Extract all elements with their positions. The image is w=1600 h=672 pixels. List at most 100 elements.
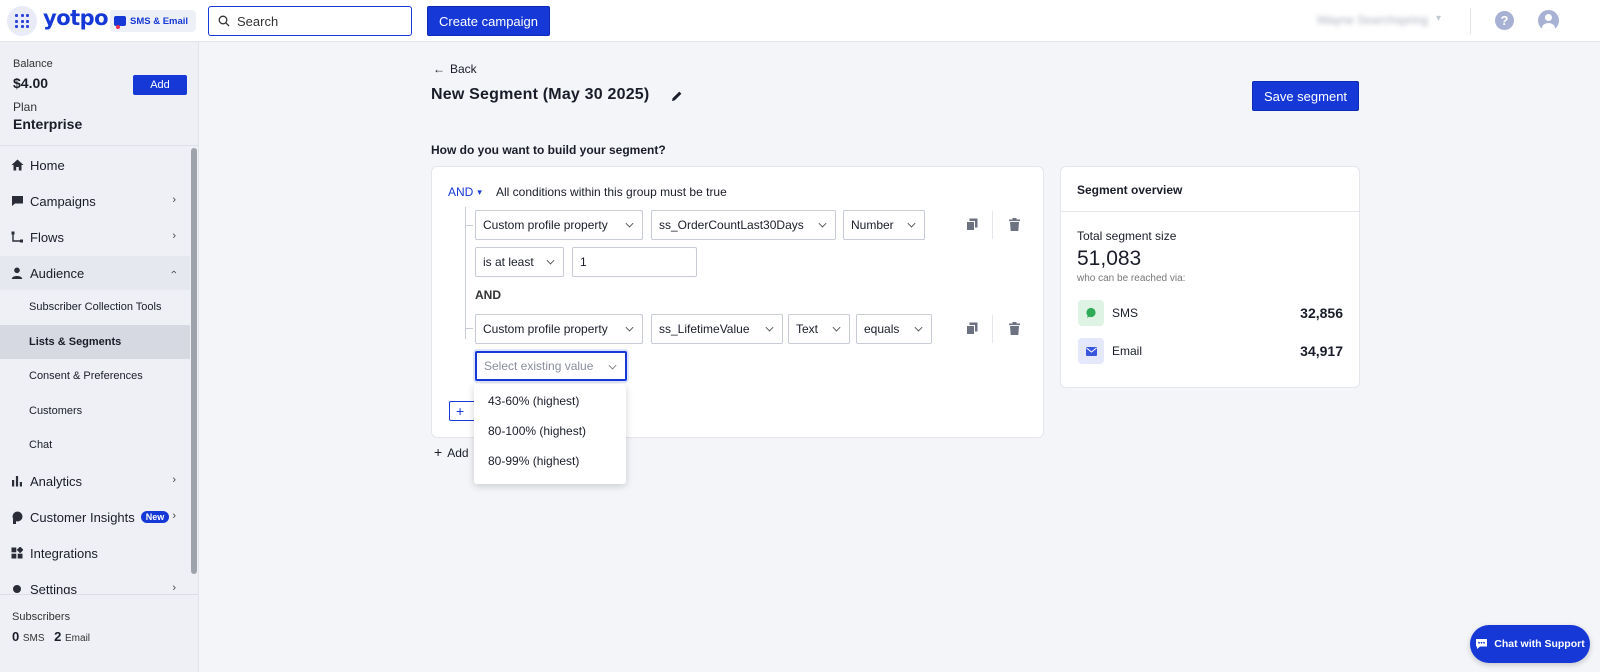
help-icon[interactable]: ?: [1495, 11, 1514, 30]
sidebar-item-integrations[interactable]: Integrations: [0, 536, 190, 570]
email-channel-icon: [1078, 338, 1104, 364]
select-value: equals: [864, 322, 900, 336]
condition-and-label: AND: [475, 288, 501, 302]
back-link[interactable]: ← Back: [433, 62, 477, 76]
sms-channel-label: SMS: [1112, 306, 1139, 320]
segment-overview-card: Segment overview Total segment size 51,0…: [1060, 166, 1360, 388]
sidebar-subitem-subscriber-tools[interactable]: Subscriber Collection Tools: [0, 290, 190, 324]
chevron-down-icon[interactable]: ▾: [1436, 13, 1441, 24]
sidebar-item-label: Flows: [30, 229, 64, 245]
subscribers-counts: 0 SMS 2 Email: [12, 629, 96, 644]
yotpo-logo[interactable]: yotpo.: [43, 6, 116, 30]
user-avatar-icon[interactable]: [1538, 10, 1559, 31]
condition2-operator-select[interactable]: equals: [856, 314, 932, 344]
apps-grid-icon[interactable]: [7, 6, 37, 36]
condition1-type-select[interactable]: Custom profile property: [475, 210, 643, 240]
integrations-icon: [10, 546, 24, 560]
add-group-link[interactable]: + Add: [434, 445, 469, 460]
sidebar-subitem-customers[interactable]: Customers: [0, 394, 190, 428]
chevron-down-icon: [608, 361, 617, 370]
group-operator-toggle[interactable]: AND ▾: [448, 185, 482, 199]
segment-size-label: Total segment size: [1077, 229, 1177, 243]
product-badge: SMS & Email: [110, 10, 197, 32]
tree-connector-tick: [465, 225, 473, 226]
sidebar-scrollbar[interactable]: [191, 148, 197, 574]
overview-title: Segment overview: [1077, 183, 1183, 197]
email-channel-label: Email: [1112, 344, 1143, 358]
chevron-down-icon: [625, 323, 634, 332]
sidebar-item-home[interactable]: Home: [0, 148, 190, 182]
sidebar-item-analytics[interactable]: Analytics ›: [0, 464, 190, 498]
top-bar: yotpo. SMS & Email Create campaign Wayne…: [0, 0, 1600, 42]
group-description: All conditions within this group must be…: [496, 185, 727, 199]
dropdown-option[interactable]: 80-100% (highest): [474, 416, 626, 446]
plan-label: Plan: [13, 100, 38, 114]
duplicate-icon[interactable]: [966, 322, 978, 335]
segment-size-value: 51,083: [1077, 247, 1142, 270]
add-balance-button[interactable]: Add: [133, 75, 187, 95]
row-divider: [992, 315, 993, 343]
save-segment-button[interactable]: Save segment: [1252, 81, 1359, 111]
select-value: Custom profile property: [483, 322, 608, 336]
condition2-type-select[interactable]: Custom profile property: [475, 314, 643, 344]
condition1-operator-select[interactable]: is at least: [475, 247, 564, 277]
condition2-property-select[interactable]: ss_LifetimeValue: [651, 314, 783, 344]
search-input[interactable]: [237, 13, 397, 29]
trash-icon[interactable]: [1009, 322, 1020, 335]
insights-icon: [10, 510, 24, 524]
create-campaign-button[interactable]: Create campaign: [427, 6, 550, 36]
home-icon: [10, 158, 24, 172]
overview-divider: [1061, 211, 1359, 212]
condition1-value-input[interactable]: [572, 247, 697, 277]
dropdown-option[interactable]: 80-99% (highest): [474, 446, 626, 476]
condition1-property-select[interactable]: ss_OrderCountLast30Days: [651, 210, 836, 240]
add-group-label: Add: [447, 446, 469, 460]
sms-channel-value: 32,856: [1300, 305, 1343, 321]
pencil-edit-icon[interactable]: [671, 90, 683, 102]
balance-label: Balance: [13, 58, 53, 70]
sidebar-item-campaigns[interactable]: Campaigns ›: [0, 184, 190, 218]
product-name: SMS & Email: [130, 15, 189, 27]
sms-channel-icon: [1078, 300, 1104, 326]
back-label: Back: [450, 62, 477, 76]
subscribers-footer: Subscribers 0 SMS 2 Email: [0, 594, 198, 672]
value-dropdown-menu: 43-60% (highest) 80-100% (highest) 80-99…: [474, 384, 626, 484]
sms-count-label: SMS: [22, 633, 45, 644]
condition1-datatype-select[interactable]: Number: [843, 210, 925, 240]
flows-icon: [10, 230, 24, 244]
sidebar-item-label: Analytics: [30, 473, 83, 489]
condition2-value-select[interactable]: Select existing value: [475, 351, 627, 381]
email-count: 2: [54, 629, 62, 644]
condition2-datatype-select[interactable]: Text: [788, 314, 850, 344]
sms-email-icon: [114, 16, 126, 29]
search-box[interactable]: [208, 6, 412, 36]
sidebar-item-customer-insights[interactable]: Customer Insights New ›: [0, 500, 190, 534]
tree-connector-tick: [465, 328, 473, 329]
trash-icon[interactable]: [1009, 218, 1020, 231]
sidebar: Balance $4.00 Add Plan Enterprise Home C…: [0, 42, 199, 672]
sidebar-item-label: Audience: [30, 265, 85, 281]
user-name[interactable]: Wayne Searchspring: [1317, 13, 1428, 27]
sidebar-subitem-lists-segments[interactable]: Lists & Segments: [0, 325, 190, 359]
select-value: ss_OrderCountLast30Days: [659, 218, 804, 232]
sidebar-subitem-consent[interactable]: Consent & Preferences: [0, 359, 190, 393]
chat-support-label: Chat with Support: [1494, 638, 1585, 650]
sidebar-item-flows[interactable]: Flows ›: [0, 220, 190, 254]
sidebar-item-label: Customer Insights: [30, 509, 135, 525]
select-placeholder: Select existing value: [484, 359, 594, 373]
dropdown-option[interactable]: 43-60% (highest): [474, 386, 626, 416]
chat-support-button[interactable]: Chat with Support: [1470, 625, 1590, 663]
duplicate-icon[interactable]: [966, 218, 978, 231]
sidebar-divider: [0, 145, 198, 146]
chevron-down-icon: [832, 323, 841, 332]
chevron-right-icon: ›: [172, 510, 176, 522]
page-title: New Segment (May 30 2025): [431, 86, 650, 103]
chevron-right-icon: ›: [172, 230, 176, 242]
sidebar-item-audience[interactable]: Audience ›: [0, 256, 190, 290]
analytics-icon: [10, 474, 24, 488]
chevron-right-icon: ›: [172, 194, 176, 206]
chat-bubble-icon: [1476, 639, 1488, 649]
topbar-divider: [1470, 8, 1471, 34]
balance-value: $4.00: [13, 75, 49, 91]
sidebar-subitem-chat[interactable]: Chat: [0, 428, 190, 462]
